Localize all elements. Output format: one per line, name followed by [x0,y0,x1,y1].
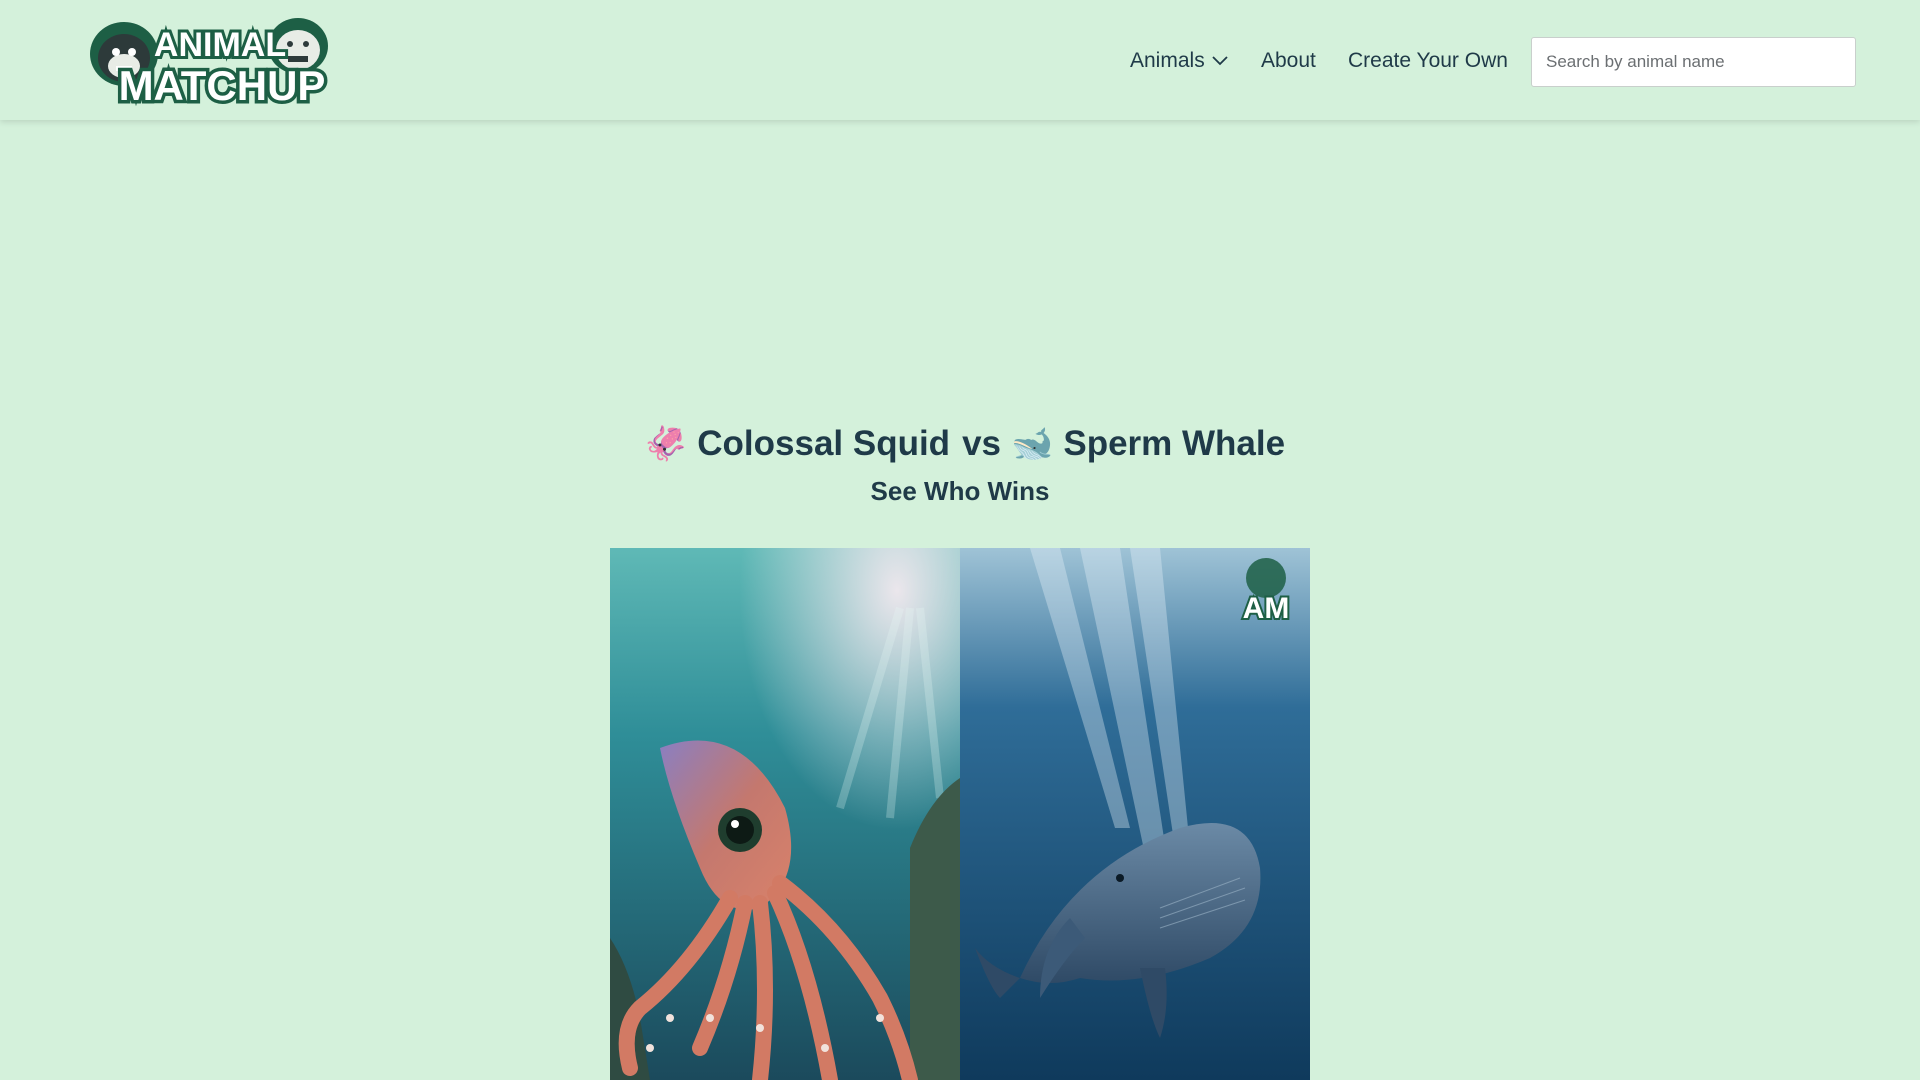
colossal-squid-image [610,548,960,1080]
animal-search-input[interactable] [1531,37,1856,87]
logo-text-top: ANIMAL [154,26,286,64]
site-header: ANIMAL MATCHUP Animals About Create Your… [0,0,1920,120]
watermark-text: AM [1243,592,1290,625]
fighter-a-name: Colossal Squid [697,424,951,463]
nav-create-your-own-link[interactable]: Create Your Own [1348,49,1508,73]
site-logo[interactable]: ANIMAL MATCHUP [82,10,346,113]
nav-animals-dropdown[interactable]: Animals [1130,49,1228,73]
am-watermark-icon: AM [1241,558,1291,627]
nav-about-label: About [1261,49,1316,72]
chevron-down-icon [1212,56,1228,66]
matchup-image: AM [610,548,1310,1080]
versus-label: vs [962,424,1001,463]
fighter-b-name: Sperm Whale [1063,424,1286,463]
nav-animals-label: Animals [1130,49,1205,72]
whale-emoji-icon: 🐋 [1011,424,1054,464]
matchup-subtitle: See Who Wins [870,476,1050,506]
nav-about-link[interactable]: About [1261,49,1316,73]
matchup-title: 🦑 Colossal Squid vs 🐋 Sperm Whale [0,424,1920,464]
squid-emoji-icon: 🦑 [644,424,688,464]
logo-text-bottom: MATCHUP [119,62,326,109]
sperm-whale-image: AM [960,548,1310,1080]
nav-create-label: Create Your Own [1348,49,1508,72]
